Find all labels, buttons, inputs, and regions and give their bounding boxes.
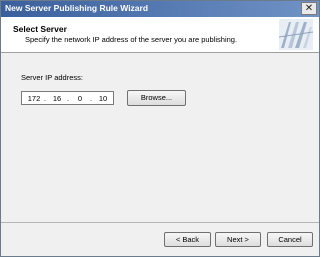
close-button[interactable]: ✕ bbox=[301, 2, 317, 15]
wizard-footer: < Back Next > Cancel bbox=[1, 223, 319, 256]
ip-octet-2[interactable]: 16 bbox=[48, 94, 66, 103]
back-button[interactable]: < Back bbox=[164, 232, 211, 247]
browse-button[interactable]: Browse... bbox=[127, 90, 186, 106]
ip-octet-1[interactable]: 172 bbox=[25, 94, 43, 103]
title-bar: New Server Publishing Rule Wizard ✕ bbox=[1, 1, 319, 17]
ip-octet-3[interactable]: 0 bbox=[71, 94, 89, 103]
wizard-banner-icon bbox=[279, 19, 313, 50]
page-subtitle: Specify the network IP address of the se… bbox=[25, 35, 238, 44]
ip-separator: . bbox=[67, 94, 70, 103]
server-ip-label: Server IP address: bbox=[21, 73, 83, 82]
ip-separator: . bbox=[90, 94, 93, 103]
wizard-header: Select Server Specify the network IP add… bbox=[1, 17, 319, 53]
ip-separator: . bbox=[44, 94, 47, 103]
window-title: New Server Publishing Rule Wizard bbox=[5, 3, 149, 13]
close-icon: ✕ bbox=[304, 3, 314, 14]
server-ip-input[interactable]: 172 . 16 . 0 . 10 bbox=[21, 91, 114, 105]
ip-octet-4[interactable]: 10 bbox=[94, 94, 112, 103]
cancel-button[interactable]: Cancel bbox=[267, 232, 313, 247]
wizard-window: New Server Publishing Rule Wizard ✕ Sele… bbox=[0, 0, 320, 257]
page-title: Select Server bbox=[13, 24, 67, 34]
wizard-content: Server IP address: 172 . 16 . 0 . 10 Bro… bbox=[1, 54, 319, 222]
next-button[interactable]: Next > bbox=[215, 232, 261, 247]
